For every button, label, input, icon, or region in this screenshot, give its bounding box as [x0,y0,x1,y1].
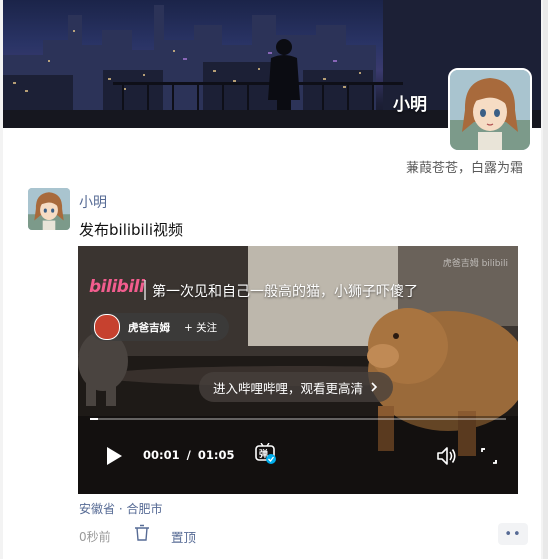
uploader-chip[interactable]: 虎爸吉姆 + 关注 [90,313,230,341]
scrollbar[interactable] [543,0,548,559]
profile-name: 小明 [393,95,427,115]
video-title: 第一次见和自己一般高的猫，小狮子吓傻了 [152,284,418,300]
play-icon[interactable] [105,446,123,466]
duration: 01:05 [197,448,235,462]
video-time: 00:01 / 01:05 [143,448,235,462]
chevron-right-icon [371,382,378,392]
more-icon[interactable]: •• [498,523,528,545]
moments-card: 小明 蒹葭苍苍，白露为霜 小明 发布bilibili视频 bilibili 第一… [3,0,541,559]
progress-bar[interactable] [90,418,506,420]
profile-avatar[interactable] [448,68,532,152]
video-controls: 00:01 / 01:05 弹 [78,436,518,476]
follow-button[interactable]: + 关注 [184,320,217,335]
current-time: 00:01 [143,448,180,462]
delete-icon[interactable] [134,524,150,542]
progress-fill [90,418,99,420]
fullscreen-icon[interactable] [480,447,498,465]
post-location[interactable]: 安徽省 · 合肥市 [79,500,162,517]
uploader-name: 虎爸吉姆 [128,321,170,334]
pin-button[interactable]: 置顶 [171,527,196,546]
uploader-avatar [94,314,120,340]
profile-signature: 蒹葭苍苍，白露为霜 [405,161,523,176]
title-divider [144,280,146,300]
open-bilibili-button[interactable]: 进入哔哩哔哩，观看更高清 [199,372,394,402]
post-text: 发布bilibili视频 [79,221,184,239]
video-watermark: 虎爸吉姆 bilibili [442,259,508,269]
post-time: 0秒前 [79,530,111,544]
post-avatar[interactable] [28,188,70,230]
post-username[interactable]: 小明 [79,192,107,212]
bilibili-logo: bilibili [89,277,145,297]
danmaku-icon[interactable]: 弹 [254,443,278,465]
open-bilibili-label: 进入哔哩哔哩，观看更高清 [213,380,364,396]
video-player[interactable]: bilibili 第一次见和自己一般高的猫，小狮子吓傻了 虎爸吉姆 bilibi… [78,246,518,494]
volume-icon[interactable] [436,446,458,466]
